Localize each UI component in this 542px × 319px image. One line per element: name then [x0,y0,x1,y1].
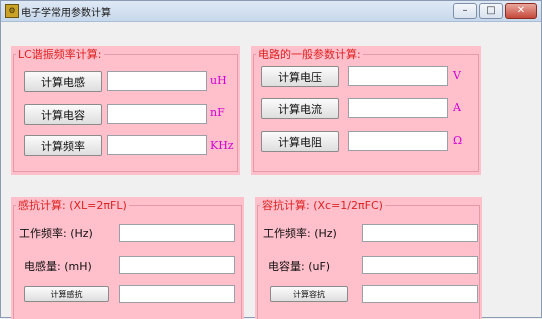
lc-panel-legend: LC谐振频率计算: [16,46,104,62]
calc-resistance-button[interactable]: 计算电阻 [261,131,339,152]
frequency-unit: KHz [210,139,234,152]
calc-inductive-reactance-button[interactable]: 计算感抗 [24,286,109,302]
inductive-freq-input[interactable] [119,224,235,242]
lc-panel: LC谐振频率计算: 计算电感 uH 计算电容 nF 计算频率 KHz [11,46,240,175]
calc-voltage-button[interactable]: 计算电压 [261,66,339,87]
inductance-amount-label: 电感量: (mH) [24,260,92,273]
inductance-amount-input[interactable] [119,256,235,274]
frequency-input[interactable] [107,135,207,155]
current-input[interactable] [348,98,448,118]
calc-frequency-button[interactable]: 计算频率 [24,135,102,156]
voltage-input[interactable] [348,66,448,86]
capacitive-panel-legend: 容抗计算: (Xc=1/2πFC) [260,197,385,213]
resistance-unit: Ω [453,134,463,147]
capacitance-input[interactable] [107,104,207,124]
calc-inductance-button[interactable]: 计算电感 [24,71,102,92]
voltage-unit: V [453,69,461,82]
capacitance-unit: nF [210,106,225,119]
circuit-panel-legend: 电路的一般参数计算: [256,46,363,62]
app-window: ⚙ 电子学常用参数计算 – □ ✕ LC谐振频率计算: 计算电感 uH 计算电容… [0,0,542,319]
capacitive-panel: 容抗计算: (Xc=1/2πFC) 工作频率: (Hz) 电容量: (uF) 计… [255,197,482,319]
inductive-reactance-result[interactable] [119,285,235,303]
inductive-panel-legend: 感抗计算: (XL=2πFL) [16,197,129,213]
capacitance-amount-input[interactable] [362,256,478,274]
calc-capacitance-button[interactable]: 计算电容 [24,104,102,125]
close-button[interactable]: ✕ [505,3,537,19]
calc-current-button[interactable]: 计算电流 [261,98,339,119]
resistance-input[interactable] [348,131,448,151]
title-bar[interactable]: ⚙ 电子学常用参数计算 – □ ✕ [1,1,541,22]
app-icon: ⚙ [5,4,19,18]
inductive-freq-label: 工作频率: (Hz) [19,227,93,240]
window-title: 电子学常用参数计算 [21,8,111,19]
capacitance-amount-label: 电容量: (uF) [268,260,331,273]
current-unit: A [453,101,461,114]
capacitive-freq-input[interactable] [362,224,478,242]
calc-capacitive-reactance-button[interactable]: 计算容抗 [270,286,348,302]
inductance-unit: uH [210,74,227,87]
capacitive-reactance-result[interactable] [362,285,478,303]
minimize-button[interactable]: – [453,3,477,19]
capacitive-freq-label: 工作频率: (Hz) [263,227,337,240]
inductance-input[interactable] [107,71,207,91]
inductive-panel: 感抗计算: (XL=2πFL) 工作频率: (Hz) 电感量: (mH) 计算感… [11,197,244,319]
circuit-panel: 电路的一般参数计算: 计算电压 V 计算电流 A 计算电阻 Ω [251,46,481,175]
maximize-button[interactable]: □ [479,3,503,19]
